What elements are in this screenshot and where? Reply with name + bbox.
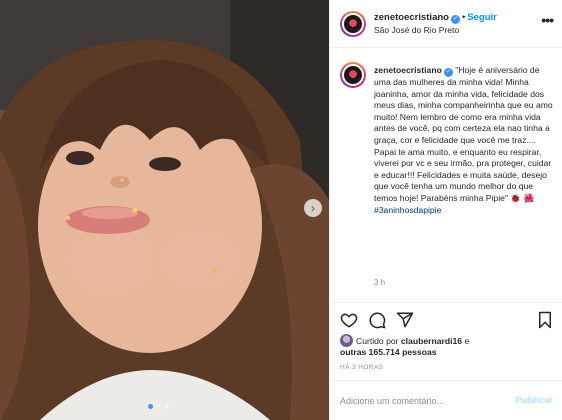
likes-count-link[interactable]: outras 165.714 pessoas xyxy=(340,347,437,357)
author-username[interactable]: zenetoecristiano xyxy=(374,12,449,23)
chevron-right-icon: › xyxy=(311,201,315,215)
carousel-indicator xyxy=(148,404,169,409)
carousel-dot-1 xyxy=(148,404,153,409)
likes-summary: Curtido por claubernardi16 e outras 165.… xyxy=(340,334,560,358)
avatar-image xyxy=(342,64,364,86)
ladybug-emoji-icon: 🐞 xyxy=(510,192,522,203)
post-photo[interactable]: › xyxy=(0,0,329,420)
comment-input[interactable] xyxy=(340,394,500,408)
dot-separator: • xyxy=(461,12,466,23)
comment-icon[interactable] xyxy=(368,311,386,329)
verified-badge-icon: ✓ xyxy=(443,68,453,77)
caption-author-avatar[interactable] xyxy=(340,62,366,88)
post-panel: zenetoecristiano ✓ • Seguir São José do Rio… xyxy=(329,0,562,420)
photo-illustration xyxy=(0,0,329,420)
caption-time-ago: 3 h xyxy=(374,278,386,287)
paper-plane-icon[interactable] xyxy=(396,311,414,329)
verified-badge-icon: ✓ xyxy=(450,15,460,24)
caption-section: zenetoecristiano ✓ "Hoje é aniversário de… xyxy=(330,48,562,302)
avatar-image xyxy=(342,13,364,35)
caption-username[interactable]: zenetoecristiano xyxy=(374,65,442,75)
caption-text: "Hoje é aniversário de uma das mulheres … xyxy=(374,65,553,203)
publish-button[interactable]: Publicar xyxy=(516,395,554,406)
carousel-dot-2 xyxy=(156,404,161,409)
carousel-dot-3 xyxy=(164,404,169,409)
comment-form: Publicar xyxy=(330,380,562,420)
more-dots-icon[interactable]: ••• xyxy=(541,12,554,28)
action-bar xyxy=(330,302,562,336)
post-timestamp[interactable]: HÁ 3 HORAS xyxy=(340,364,383,371)
liker-username[interactable]: claubernardi16 xyxy=(401,336,462,346)
liker-avatar[interactable] xyxy=(340,334,353,347)
post-header: zenetoecristiano ✓ • Seguir São José do Rio… xyxy=(330,0,562,48)
post-location[interactable]: São José do Rio Preto xyxy=(374,25,459,35)
follow-button[interactable]: Seguir xyxy=(467,12,497,23)
author-header-line: zenetoecristiano ✓ • Seguir xyxy=(374,12,497,24)
flower-emoji-icon: 🌺 xyxy=(523,192,535,203)
next-slide-button[interactable]: › xyxy=(304,199,322,217)
heart-icon[interactable] xyxy=(340,311,358,329)
caption-text-block: zenetoecristiano ✓ "Hoje é aniversário de… xyxy=(374,65,554,216)
likes-prefix: Curtido por xyxy=(356,336,399,346)
hashtag-link[interactable]: #3aninhosdapipie xyxy=(374,205,441,215)
bookmark-icon[interactable] xyxy=(536,311,554,329)
author-avatar[interactable] xyxy=(340,11,366,37)
likes-connector: e xyxy=(464,336,470,346)
